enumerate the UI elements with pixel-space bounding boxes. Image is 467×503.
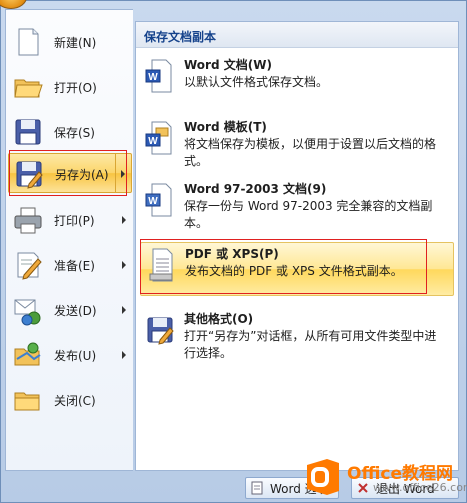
- option-title: Word 模板(T): [184, 120, 267, 134]
- menu-item-save[interactable]: 保存(S): [8, 112, 132, 152]
- office-menu-window: 新建(N) 打开(O) 保存(S) 另存为(A) 打印(P) 准备(E) 发送(…: [0, 0, 467, 503]
- prepare-pen-icon: [17, 252, 42, 280]
- menu-item-print[interactable]: 打印(P): [8, 200, 132, 240]
- office-menu-left-pane: 新建(N) 打开(O) 保存(S) 另存为(A) 打印(P) 准备(E) 发送(…: [5, 9, 133, 471]
- open-folder-icon: [14, 79, 43, 98]
- office-button[interactable]: [0, 0, 27, 9]
- printer-icon: [14, 207, 42, 234]
- option-description: 保存一份与 Word 97-2003 完全兼容的文档副本。: [184, 199, 433, 230]
- menu-item-prepare[interactable]: 准备(E): [8, 245, 132, 285]
- submenu-arrow-icon: [122, 351, 126, 359]
- menu-item-label: 发布(U): [54, 349, 97, 363]
- svg-text:W: W: [148, 72, 158, 83]
- menu-item-label: 另存为(A): [55, 168, 109, 182]
- pdf-xps-icon: [149, 248, 173, 282]
- word-template-icon: W: [145, 121, 172, 155]
- options-page-icon: [251, 481, 263, 495]
- save-option-pdf-xps[interactable]: PDF 或 XPS(P) 发布文档的 PDF 或 XPS 文件格式副本。: [140, 242, 454, 296]
- option-title: Word 文档(W): [184, 58, 272, 72]
- save-icon: [15, 119, 41, 145]
- menu-item-label: 新建(N): [54, 36, 97, 50]
- menu-item-label: 关闭(C): [54, 394, 96, 408]
- menu-item-new[interactable]: 新建(N): [8, 22, 132, 62]
- submenu-arrow-icon: [121, 170, 125, 178]
- option-title: PDF 或 XPS(P): [185, 247, 279, 261]
- menu-item-label: 打印(P): [54, 214, 95, 228]
- submenu-arrow-icon: [122, 306, 126, 314]
- submenu-arrow-icon: [122, 216, 126, 224]
- menu-item-open[interactable]: 打开(O): [8, 67, 132, 107]
- svg-text:W: W: [148, 196, 158, 207]
- option-description: 以默认文件格式保存文档。: [184, 75, 329, 89]
- submenu-arrow-icon: [122, 261, 126, 269]
- watermark-url: www.office26.com: [373, 481, 467, 494]
- option-title: 其他格式(O): [184, 312, 254, 326]
- menu-item-publish[interactable]: 发布(U): [8, 335, 132, 375]
- menu-item-label: 打开(O): [54, 81, 97, 95]
- save-as-icon: [16, 161, 43, 189]
- pane-title: 保存文档副本: [136, 22, 458, 48]
- save-option-word-97-2003[interactable]: W Word 97-2003 文档(9) 保存一份与 Word 97-2003 …: [140, 178, 454, 236]
- menu-item-label: 准备(E): [54, 259, 95, 273]
- option-title: Word 97-2003 文档(9): [184, 182, 327, 196]
- menu-item-save-as[interactable]: 另存为(A): [8, 153, 132, 193]
- send-mail-icon: [14, 299, 41, 326]
- svg-text:W: W: [148, 136, 158, 147]
- new-document-icon: [18, 28, 39, 56]
- other-formats-icon: [147, 317, 174, 345]
- word-legacy-icon: W: [145, 183, 172, 217]
- option-description: 发布文档的 PDF 或 XPS 文件格式副本。: [185, 264, 403, 278]
- option-description: 将文档保存为模板，以便用于设置以后文档的格式。: [184, 137, 437, 168]
- menu-item-label: 保存(S): [54, 126, 95, 140]
- menu-item-send[interactable]: 发送(D): [8, 290, 132, 330]
- close-folder-icon: [14, 392, 40, 411]
- save-copy-pane: 保存文档副本 W Word 文档(W) 以默认文件格式保存文档。 W Word …: [135, 21, 459, 471]
- office-tutorial-logo-icon: [307, 459, 339, 495]
- menu-item-label: 发送(D): [54, 304, 97, 318]
- option-description: 打开“另存为”对话框，从所有可用文件类型中进行选择。: [184, 329, 437, 360]
- publish-icon: [14, 342, 41, 366]
- save-option-other-formats[interactable]: 其他格式(O) 打开“另存为”对话框，从所有可用文件类型中进行选择。: [140, 308, 454, 366]
- word-document-icon: W: [145, 59, 172, 93]
- save-option-word-document[interactable]: W Word 文档(W) 以默认文件格式保存文档。: [140, 54, 454, 98]
- save-option-word-template[interactable]: W Word 模板(T) 将文档保存为模板，以便用于设置以后文档的格式。: [140, 116, 454, 174]
- menu-item-close[interactable]: 关闭(C): [8, 380, 132, 420]
